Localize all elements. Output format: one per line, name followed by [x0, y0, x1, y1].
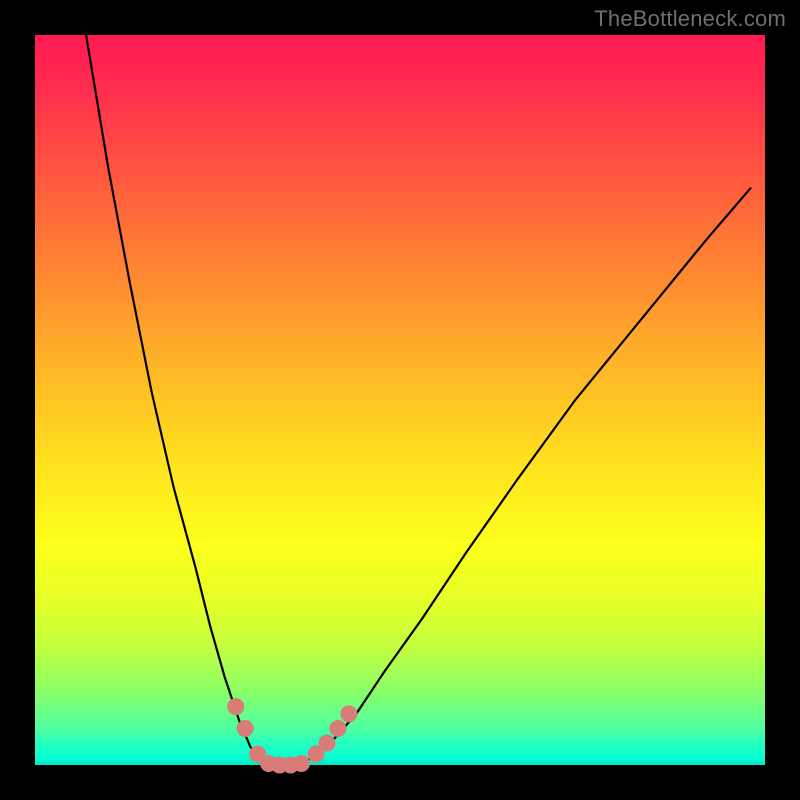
data-marker: [341, 706, 357, 722]
data-marker: [293, 756, 309, 772]
data-marker: [330, 721, 346, 737]
curve-layer: [35, 35, 765, 765]
data-marker: [237, 721, 253, 737]
marker-group: [228, 699, 357, 773]
data-marker: [319, 735, 335, 751]
plot-area: [35, 35, 765, 765]
data-marker: [228, 699, 244, 715]
bottleneck-curve: [86, 35, 750, 765]
watermark-label: TheBottleneck.com: [594, 6, 786, 32]
chart-frame: TheBottleneck.com: [0, 0, 800, 800]
